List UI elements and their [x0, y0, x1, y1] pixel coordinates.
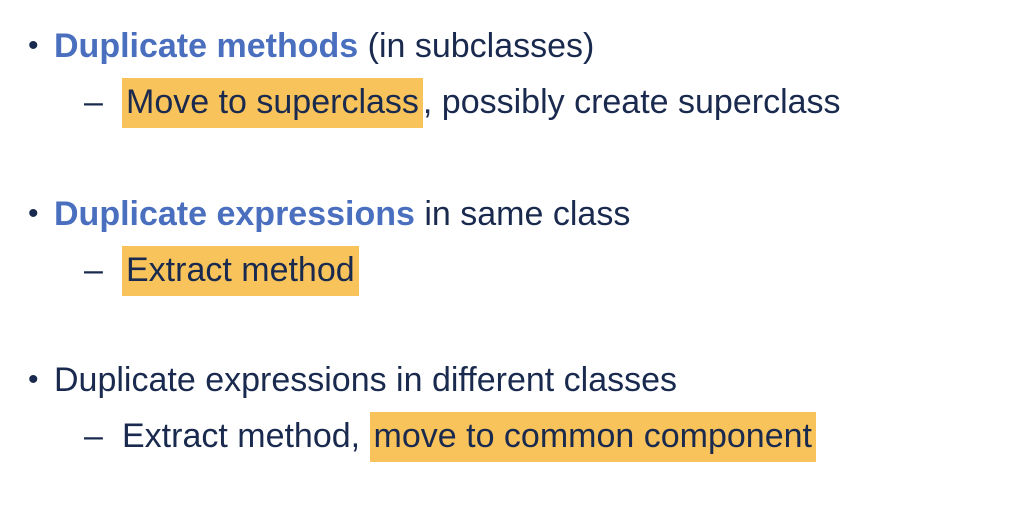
item-3-dash: – [84, 417, 103, 455]
item-1-rest: (in subclasses) [358, 27, 595, 65]
item-1-emphasis: Duplicate methods [54, 27, 359, 65]
item-1-sub-line: Move to superclass, possibly create supe… [122, 78, 841, 128]
item-3-sub-prefix: Extract method, [122, 417, 370, 455]
item-1-dash: – [84, 83, 103, 121]
item-2-dash: – [84, 251, 103, 289]
item-3-line: Duplicate expressions in different class… [54, 360, 677, 400]
item-1-line: Duplicate methods (in subclasses) [54, 26, 594, 66]
item-3-sub-highlight: move to common component [369, 412, 816, 462]
item-2-emphasis: Duplicate expressions [54, 195, 415, 233]
item-1-sub-highlight: Move to superclass [122, 78, 423, 128]
item-1-sub-rest: , possibly create superclass [422, 83, 841, 121]
item-2-rest: in same class [414, 195, 631, 233]
bullet-1: • [28, 29, 39, 62]
bullet-3: • [28, 363, 39, 396]
item-2-sub-highlight: Extract method [122, 246, 359, 296]
item-3-sub-line: Extract method, move to common component [122, 412, 816, 462]
bullet-2: • [28, 197, 39, 230]
item-2-sub-line: Extract method [122, 246, 359, 296]
item-2-line: Duplicate expressions in same class [54, 194, 630, 234]
item-3-text: Duplicate expressions in different class… [54, 361, 678, 399]
slide: • Duplicate methods (in subclasses) – Mo… [0, 0, 1030, 511]
